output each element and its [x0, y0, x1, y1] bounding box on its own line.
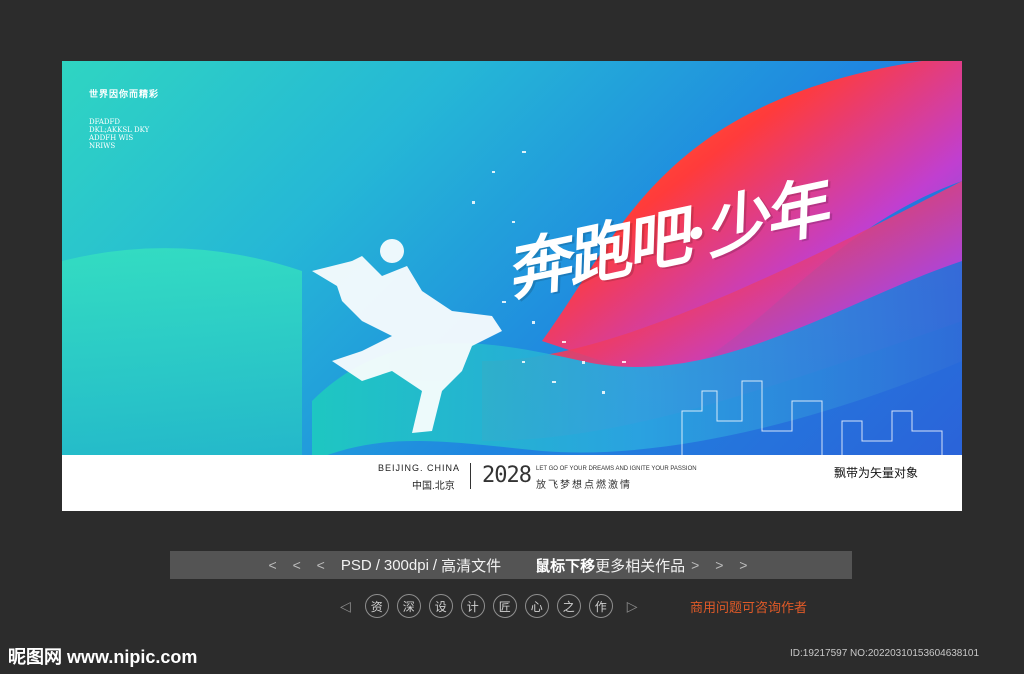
poster-footer: BEIJING. CHINA 中国.北京 2028 LET GO OF YOUR… [62, 455, 962, 511]
label-circle: 资 [364, 594, 389, 618]
label-circle: 心 [524, 594, 549, 618]
slogan-cn: 放飞梦想点燃激情 [536, 480, 632, 491]
dpi-label: 300dpi [383, 556, 429, 574]
format-label: PSD [340, 556, 372, 574]
info-bar: < < < PSD/ 300dpi / 高清文件 鼠标下移 更多相关作品 > > > [170, 551, 852, 579]
label-circle: 设 [428, 594, 453, 618]
top-left-title: 世界因你而精彩 [89, 90, 160, 100]
top-left-lines: DFADFD DKL;AKKSL DKY ADDFH WIS NRIWS [89, 118, 150, 150]
city-cn: 中国.北京 [412, 481, 455, 492]
label-circle: 作 [588, 594, 613, 618]
label-circle: 计 [460, 594, 485, 618]
vector-note: 飘带为矢量对象 [834, 466, 919, 480]
divider [470, 463, 471, 489]
quality-label: 高清文件 [441, 557, 502, 575]
image-id: ID:19217597 NO:20220310153604638101 [790, 648, 980, 659]
city-en: BEIJING. CHINA [378, 463, 461, 473]
slogan-en: LET GO OF YOUR DREAMS AND IGNITE YOUR PA… [536, 466, 697, 472]
label-circle: 深 [396, 594, 421, 618]
site-logo[interactable]: 昵图网 www.nipic.com [8, 643, 197, 669]
hint-bold: 鼠标下移 [535, 557, 596, 575]
poster-image: 世界因你而精彩 DFADFD DKL;AKKSL DKY ADDFH WIS N… [62, 61, 962, 511]
prev-icon[interactable]: ◁ [340, 598, 351, 615]
hint-rest: 更多相关作品 [595, 557, 686, 575]
label-circle: 匠 [492, 594, 517, 618]
right-arrows: > > > [691, 557, 754, 573]
year: 2028 [482, 463, 532, 488]
consult-link[interactable]: 商用问题可咨询作者 [690, 597, 807, 616]
label-circle: 之 [556, 594, 581, 618]
next-icon[interactable]: ▷ [627, 598, 638, 615]
left-arrows: < < < [268, 557, 331, 573]
label-row: ◁ 资 深 设 计 匠 心 之 作 ▷ [330, 594, 648, 618]
